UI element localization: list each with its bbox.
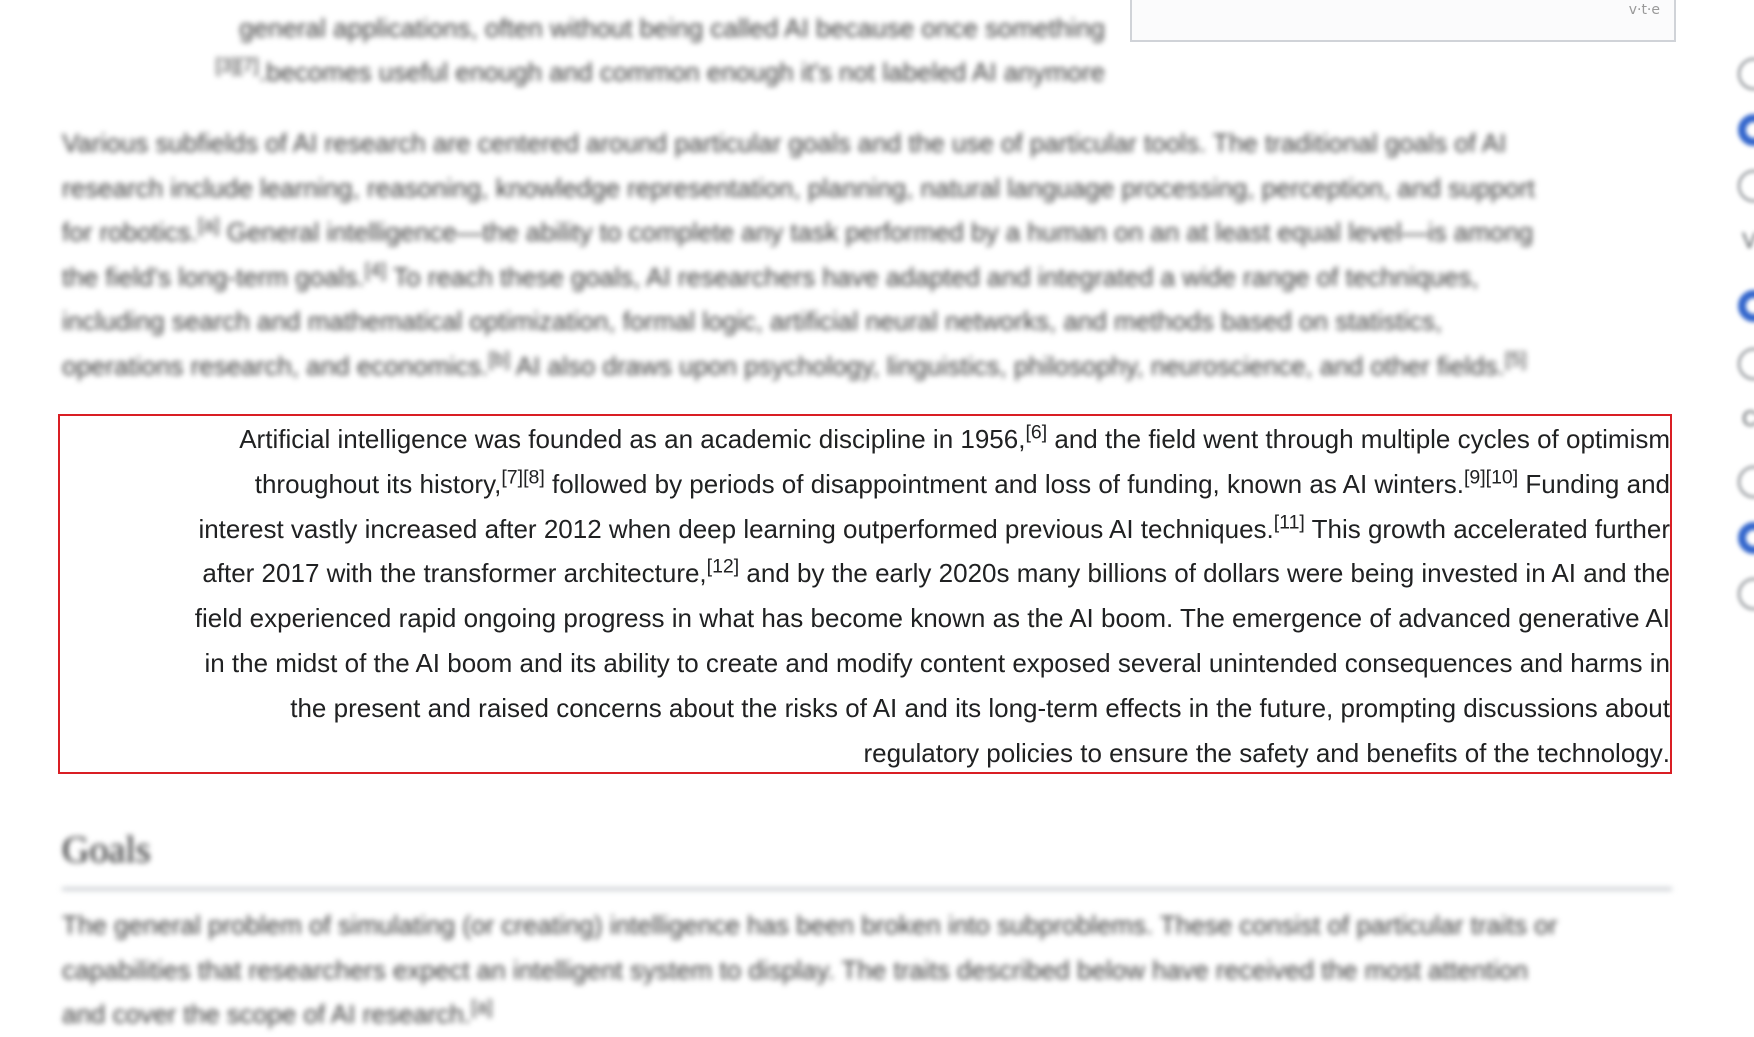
history-line-8: .regulatory policies to ensure the safet… <box>863 737 1670 768</box>
subfields-line-4: the field's long-term goals.[4] To reach… <box>62 255 1682 300</box>
history-line-6: in the midst of the AI boom and its abil… <box>204 647 1670 678</box>
intro-paragraph-tail: general applications, often without bein… <box>130 6 1105 94</box>
history-line-3: interest vastly increased after 2012 whe… <box>62 507 1670 552</box>
infobox-bottom-edge: v·t·e <box>1130 0 1676 42</box>
text-run: throughout its history, <box>254 468 502 499</box>
subfields-line-2: research include learning, reasoning, kn… <box>62 172 1535 203</box>
history-line-1: Artificial intelligence was founded as a… <box>62 417 1670 462</box>
heading-divider <box>62 888 1672 890</box>
citation-ref[interactable]: [7][8] <box>501 466 544 488</box>
citation-ref[interactable]: [4] <box>365 259 387 281</box>
citation-ref[interactable]: [12] <box>707 556 740 578</box>
text-run: and cover the scope of AI research. <box>62 999 472 1029</box>
citation-ref[interactable]: [3][7] <box>215 54 258 76</box>
text-run: the field's long-term goals. <box>62 261 365 292</box>
text-run: operations research, and economics. <box>62 350 489 381</box>
text-run: Artificial intelligence was founded as a… <box>239 424 1026 454</box>
subfields-paragraph: Various subfields of AI research are cen… <box>62 121 1682 388</box>
text-run: AI also draws upon psychology, linguisti… <box>510 350 1505 381</box>
radio-option-selected[interactable] <box>1738 522 1754 554</box>
text-run: for robotics. <box>62 217 198 247</box>
goals-line-2: capabilities that researchers expect an … <box>62 954 1528 985</box>
intro-line-1: general applications, often without bein… <box>239 13 1105 43</box>
text-run: This growth accelerated further <box>1304 513 1670 544</box>
citation-ref[interactable]: [a] <box>198 214 220 236</box>
citation-ref[interactable]: [5] <box>1505 348 1527 370</box>
intro-line-2-text: .becomes useful enough and common enough… <box>258 57 1105 87</box>
section-label-letter: V <box>1742 228 1754 253</box>
section-label-letter: C <box>1742 406 1754 431</box>
text-run: interest vastly increased after 2012 whe… <box>198 513 1274 544</box>
radio-option-selected[interactable] <box>1738 114 1754 146</box>
history-paragraph: Artificial intelligence was founded as a… <box>62 417 1670 775</box>
radio-option[interactable] <box>1738 466 1754 498</box>
radio-option-selected[interactable] <box>1738 290 1754 322</box>
citation-ref[interactable]: [6] <box>1025 421 1047 443</box>
text-run: General intelligence—the ability to comp… <box>219 217 1534 247</box>
goals-line-1: The general problem of simulating (or cr… <box>62 910 1558 940</box>
infobox-footer-links[interactable]: v·t·e <box>1629 2 1660 18</box>
text-run: Funding and <box>1518 468 1670 499</box>
appearance-controls-edge: V C <box>1738 0 1754 1014</box>
section-heading-goals: Goals <box>62 829 151 871</box>
subfields-line-5: including search and mathematical optimi… <box>62 306 1443 336</box>
radio-option[interactable] <box>1738 348 1754 380</box>
goals-line-3: and cover the scope of AI research.[a] <box>62 992 1682 1037</box>
subfields-line-6: operations research, and economics.[b] A… <box>62 344 1682 389</box>
history-line-2: throughout its history,[7][8] followed b… <box>62 462 1670 507</box>
radio-option[interactable] <box>1738 578 1754 610</box>
citation-ref[interactable]: [b] <box>488 348 510 370</box>
text-run: and the field went through multiple cycl… <box>1047 424 1670 454</box>
text-run: after 2017 with the transformer architec… <box>202 558 707 589</box>
radio-option[interactable] <box>1738 170 1754 202</box>
citation-ref[interactable]: [11] <box>1274 511 1305 533</box>
intro-line-2: [3][7].becomes useful enough and common … <box>130 50 1105 94</box>
text-run: followed by periods of disappointment an… <box>544 468 1464 499</box>
history-line-7: the present and raised concerns about th… <box>290 692 1670 723</box>
history-line-4: after 2017 with the transformer architec… <box>62 551 1670 596</box>
subfields-line-1: Various subfields of AI research are cen… <box>62 128 1507 158</box>
text-run: To reach these goals, AI researchers hav… <box>386 261 1479 292</box>
subfields-line-3: for robotics.[a] General intelligence—th… <box>62 210 1682 255</box>
citation-ref[interactable]: [a] <box>471 996 493 1018</box>
text-run: and by the early 2020s many billions of … <box>739 558 1670 589</box>
citation-ref[interactable]: [9][10] <box>1464 466 1518 488</box>
history-line-5: field experienced rapid ongoing progress… <box>194 603 1670 634</box>
goals-paragraph: The general problem of simulating (or cr… <box>62 903 1682 1037</box>
radio-option[interactable] <box>1738 58 1754 90</box>
